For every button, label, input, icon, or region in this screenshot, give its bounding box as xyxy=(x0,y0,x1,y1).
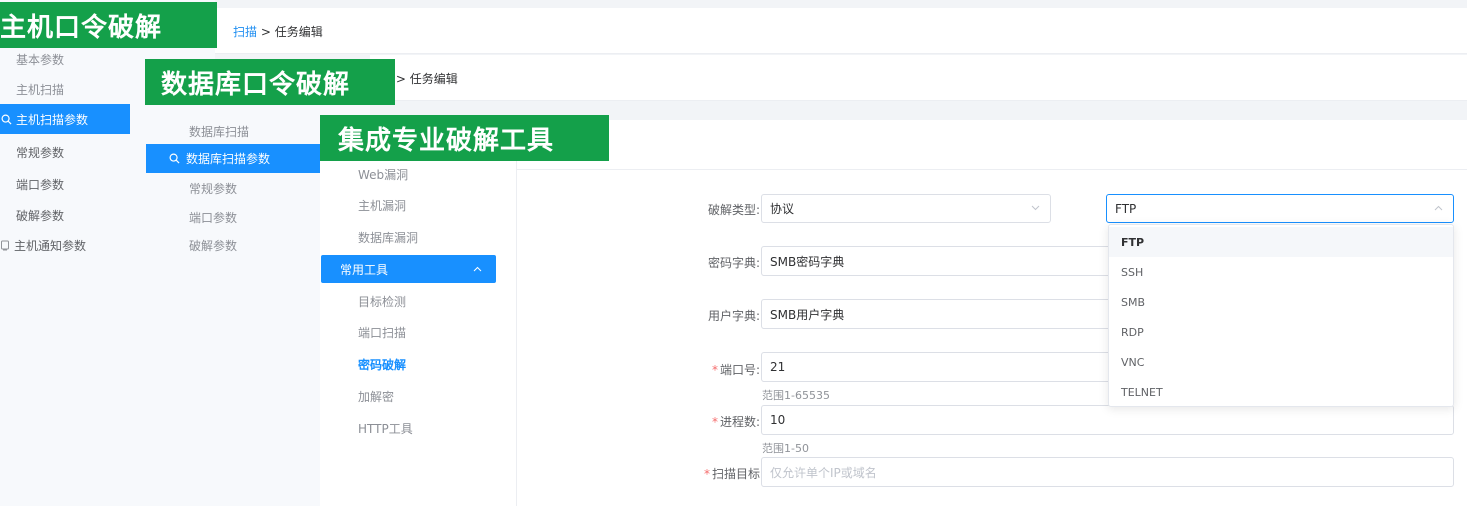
target-label-text: 扫描目标: xyxy=(712,467,765,481)
password-dict-value: SMB密码字典 xyxy=(770,254,845,269)
threads-value: 10 xyxy=(770,413,786,427)
sidebar-item-database-vuln[interactable]: 数据库漏洞 xyxy=(358,229,418,246)
sidebar-item-http-tools[interactable]: HTTP工具 xyxy=(358,420,413,437)
sidebar-item-host-scan-params[interactable]: 主机扫描参数 xyxy=(0,104,130,134)
scan-target-input[interactable]: 仅允许单个IP或域名 xyxy=(761,457,1454,487)
sidebar-item-label: 主机通知参数 xyxy=(14,239,87,253)
tools-top-bar xyxy=(517,120,1467,170)
sidebar-group-label: 常用工具 xyxy=(340,262,389,277)
search-icon xyxy=(169,153,180,164)
crack-type-select[interactable]: 协议 xyxy=(761,194,1051,223)
breadcrumb-current: 任务编辑 xyxy=(409,72,458,86)
caption-host-password-crack: 主机口令破解 xyxy=(0,2,217,48)
password-dict-label: 密码字典: xyxy=(708,256,761,270)
protocol-option-vnc[interactable]: VNC xyxy=(1109,347,1453,377)
threads-hint: 范围1-50 xyxy=(762,442,809,455)
search-icon xyxy=(1,114,12,125)
required-mark: * xyxy=(712,363,718,377)
sidebar-item-general-params[interactable]: 常规参数 xyxy=(16,144,64,161)
threads-label: * 进程数: xyxy=(712,413,760,430)
sidebar-item-database-scan-params[interactable]: 数据库扫描参数 xyxy=(146,144,320,173)
sidebar-item-encrypt-decrypt[interactable]: 加解密 xyxy=(358,388,394,405)
protocol-option-ssh[interactable]: SSH xyxy=(1109,257,1453,287)
sidebar-item-general-params[interactable]: 常规参数 xyxy=(189,180,237,197)
required-mark: * xyxy=(704,467,710,481)
crack-type-value: 协议 xyxy=(770,202,795,216)
port-label-text: 端口号: xyxy=(720,363,761,377)
crack-type-label: 破解类型: xyxy=(708,203,761,217)
protocol-dropdown: FTP SSH SMB RDP VNC TELNET xyxy=(1108,224,1454,407)
sidebar-item-crack-params[interactable]: 破解参数 xyxy=(16,207,64,224)
sidebar-item-label: 主机扫描参数 xyxy=(16,112,89,127)
breadcrumb: 扫描 > 任务编辑 xyxy=(233,23,323,40)
bell-icon xyxy=(1,240,9,251)
sidebar-item-database-scan[interactable]: 数据库扫描 xyxy=(189,123,249,140)
chevron-up-icon xyxy=(1434,205,1443,211)
caption-integrated-crack-tools: 集成专业破解工具 xyxy=(320,115,609,161)
chevron-down-icon xyxy=(1031,205,1040,211)
host-breadcrumb-bar: 扫描 > 任务编辑 xyxy=(215,8,1467,54)
user-dict-value: SMB用户字典 xyxy=(770,307,845,322)
port-hint: 范围1-65535 xyxy=(762,389,830,402)
sidebar-item-port-scan[interactable]: 端口扫描 xyxy=(358,324,406,341)
target-label: * 扫描目标: xyxy=(704,465,764,482)
sidebar-item-label: 数据库扫描参数 xyxy=(186,152,271,166)
database-breadcrumb-bar: 描 > 任务编辑 xyxy=(370,55,1467,101)
port-value: 21 xyxy=(770,360,786,374)
sidebar-item-password-crack[interactable]: 密码破解 xyxy=(358,356,406,373)
threads-input[interactable]: 10 xyxy=(761,405,1454,435)
port-label: * 端口号: xyxy=(712,361,760,378)
scan-target-placeholder: 仅允许单个IP或域名 xyxy=(770,465,877,480)
sidebar-item-host-notify-params[interactable]: 主机通知参数 xyxy=(0,237,86,254)
sidebar-item-web-vuln[interactable]: Web漏洞 xyxy=(358,166,408,183)
sidebar-item-basic-params[interactable]: 基本参数 xyxy=(16,51,64,68)
tools-sidebar xyxy=(320,120,517,506)
sidebar-item-crack-params[interactable]: 破解参数 xyxy=(189,237,237,254)
protocol-option-telnet[interactable]: TELNET xyxy=(1109,377,1453,407)
required-mark: * xyxy=(712,415,718,429)
sidebar-item-port-params[interactable]: 端口参数 xyxy=(189,209,237,226)
caption-database-password-crack: 数据库口令破解 xyxy=(145,59,395,105)
sidebar-item-port-params[interactable]: 端口参数 xyxy=(16,176,64,193)
sidebar-group-common-tools[interactable]: 常用工具 xyxy=(321,255,496,283)
sidebar-item-target-detection[interactable]: 目标检测 xyxy=(358,293,406,310)
breadcrumb-link-scan[interactable]: 扫描 xyxy=(233,25,257,39)
protocol-option-rdp[interactable]: RDP xyxy=(1109,317,1453,347)
user-dict-label: 用户字典: xyxy=(708,309,761,323)
breadcrumb-separator: > xyxy=(257,25,275,39)
breadcrumb-current: 任务编辑 xyxy=(274,25,323,39)
sidebar-item-host-scan[interactable]: 主机扫描 xyxy=(16,81,64,98)
threads-label-text: 进程数: xyxy=(720,415,761,429)
sidebar-item-host-vuln[interactable]: 主机漏洞 xyxy=(358,197,406,214)
protocol-option-ftp[interactable]: FTP xyxy=(1109,227,1453,257)
protocol-option-smb[interactable]: SMB xyxy=(1109,287,1453,317)
chevron-up-icon xyxy=(473,266,482,272)
protocol-select[interactable]: FTP xyxy=(1106,194,1454,223)
protocol-value: FTP xyxy=(1115,201,1137,216)
